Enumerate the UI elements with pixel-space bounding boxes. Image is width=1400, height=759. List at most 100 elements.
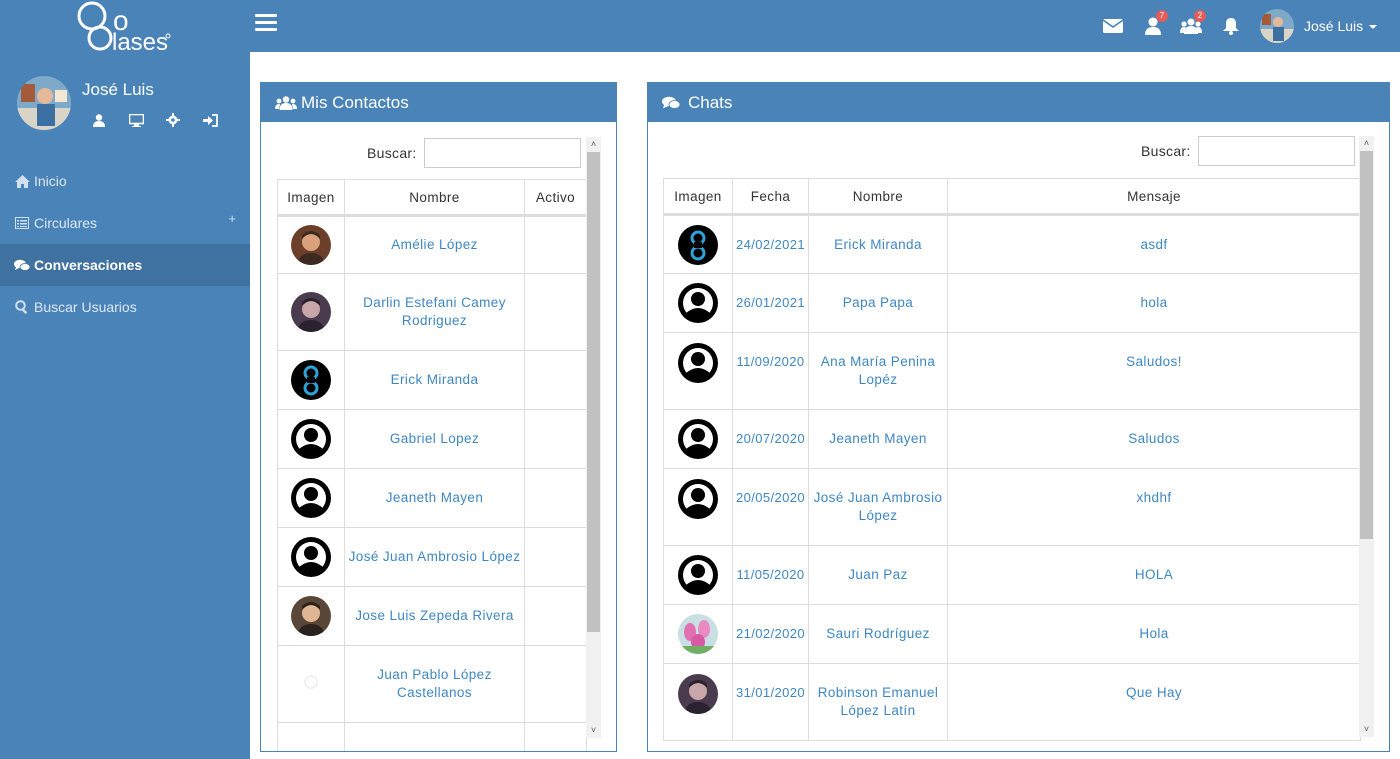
avatar[interactable] <box>291 537 331 577</box>
table-row[interactable]: 24/02/2021 Erick Miranda asdf <box>663 214 1361 274</box>
chat-message[interactable]: Hola <box>947 604 1361 664</box>
sidebar-item-conversaciones[interactable]: Conversaciones <box>0 244 250 286</box>
avatar[interactable] <box>678 479 718 519</box>
contact-name[interactable]: José Juan Ambrosio López <box>344 527 525 587</box>
contact-name[interactable]: Jeaneth Mayen <box>344 468 525 528</box>
chat-message[interactable]: Que Hay <box>947 663 1361 741</box>
avatar[interactable] <box>678 614 718 654</box>
scroll-down-icon[interactable]: ˅ <box>589 726 598 735</box>
contact-name[interactable]: Gabriel Lopez <box>344 409 525 469</box>
chat-name[interactable]: Jeaneth Mayen <box>808 409 948 469</box>
chat-name[interactable]: José Juan Ambrosio López <box>808 468 948 546</box>
chat-date[interactable]: 21/02/2020 <box>732 604 809 664</box>
avatar[interactable] <box>291 292 331 332</box>
avatar[interactable] <box>678 343 718 383</box>
chat-name[interactable]: Ana María Penina Lopéz <box>808 332 948 410</box>
chat-date[interactable]: 20/05/2020 <box>732 468 809 546</box>
chat-date[interactable]: 26/01/2021 <box>732 273 809 333</box>
chats-scrollbar[interactable]: ˄ ˅ <box>1359 136 1374 737</box>
column-header-mensaje[interactable]: Mensaje <box>947 178 1361 216</box>
table-row[interactable]: 26/01/2021 Papa Papa hola <box>663 273 1361 333</box>
chat-message[interactable]: asdf <box>947 214 1361 274</box>
table-row[interactable]: José Juan Ambrosio López <box>277 527 587 587</box>
contact-name[interactable]: Amélie López <box>344 215 525 274</box>
chat-message[interactable]: hola <box>947 273 1361 333</box>
chat-date[interactable]: 11/05/2020 <box>732 545 809 605</box>
table-row[interactable]: 11/05/2020 Juan Paz HOLA <box>663 545 1361 605</box>
table-row[interactable]: Erick Miranda <box>277 350 587 410</box>
table-row[interactable]: Jose Luis Zepeda Rivera <box>277 586 587 646</box>
chat-message[interactable]: xhdhf <box>947 468 1361 546</box>
avatar[interactable] <box>678 283 718 323</box>
avatar[interactable] <box>291 664 331 704</box>
chat-date[interactable]: 24/02/2021 <box>732 214 809 274</box>
table-row[interactable]: 20/05/2020 José Juan Ambrosio López xhdhf <box>663 468 1361 546</box>
chat-date[interactable]: 20/07/2020 <box>732 409 809 469</box>
contact-name[interactable]: Erick Miranda <box>344 350 525 410</box>
column-header-imagen[interactable]: Imagen <box>277 179 345 217</box>
avatar[interactable] <box>678 674 718 714</box>
avatar[interactable] <box>678 419 718 459</box>
scrollbar-thumb[interactable] <box>1360 151 1373 539</box>
gear-icon[interactable] <box>164 112 182 128</box>
table-row[interactable]: 20/07/2020 Jeaneth Mayen Saludos <box>663 409 1361 469</box>
menu-toggle-icon[interactable] <box>255 14 277 34</box>
scroll-down-icon[interactable]: ˅ <box>1362 725 1371 734</box>
sidebar-item-inicio[interactable]: Inicio <box>0 160 250 202</box>
column-header-fecha[interactable]: Fecha <box>732 178 809 216</box>
sign-in-icon[interactable] <box>201 112 219 128</box>
sidebar-item-buscar-usuarios[interactable]: Buscar Usuarios <box>0 286 250 328</box>
bell-icon[interactable] <box>1220 16 1242 36</box>
avatar[interactable] <box>678 224 718 265</box>
chat-date[interactable]: 31/01/2020 <box>732 663 809 741</box>
contact-name[interactable]: Jose Luis Zepeda Rivera <box>344 586 525 646</box>
chat-name[interactable]: Juan Paz <box>808 545 948 605</box>
chat-name[interactable]: Robinson Emanuel López Latín <box>808 663 948 741</box>
table-row[interactable]: Darlin Estefani Camey Rodriguez <box>277 273 587 351</box>
chat-message[interactable]: Saludos <box>947 409 1361 469</box>
go-clases-logo[interactable]: o lases <box>70 0 180 58</box>
column-header-nombre[interactable]: Nombre <box>808 178 948 216</box>
column-header-nombre[interactable]: Nombre <box>344 179 525 217</box>
chat-date[interactable]: 11/09/2020 <box>732 332 809 410</box>
contact-name[interactable]: Juan Pablo López Castellanos <box>344 645 525 723</box>
avatar[interactable] <box>291 360 331 400</box>
contacts-panel-title: Mis Contactos <box>301 92 409 112</box>
chat-name[interactable]: Erick Miranda <box>808 214 948 274</box>
contacts-scrollbar[interactable]: ˄ ˅ <box>586 137 601 738</box>
chat-name[interactable]: Papa Papa <box>808 273 948 333</box>
table-row[interactable]: 21/02/2020 Sauri Rodríguez Hola <box>663 604 1361 664</box>
table-row[interactable] <box>277 722 587 751</box>
scrollbar-thumb[interactable] <box>587 152 600 632</box>
avatar[interactable] <box>291 596 331 636</box>
chat-message[interactable]: HOLA <box>947 545 1361 605</box>
avatar[interactable] <box>17 76 71 130</box>
monitor-icon[interactable] <box>127 112 145 128</box>
scroll-up-icon[interactable]: ˄ <box>1362 139 1371 148</box>
groups-icon[interactable]: 2 <box>1180 10 1206 36</box>
avatar[interactable] <box>291 478 331 518</box>
envelope-icon[interactable] <box>1102 16 1124 36</box>
chat-name[interactable]: Sauri Rodríguez <box>808 604 948 664</box>
table-row[interactable]: Gabriel Lopez <box>277 409 587 469</box>
column-header-activo[interactable]: Activo <box>524 179 587 217</box>
avatar[interactable] <box>291 419 331 459</box>
table-row[interactable]: Juan Pablo López Castellanos <box>277 645 587 723</box>
chats-search-input[interactable] <box>1197 136 1355 166</box>
contact-name[interactable]: Darlin Estefani Camey Rodriguez <box>344 273 525 351</box>
table-row[interactable]: 11/09/2020 Ana María Penina Lopéz Saludos! <box>663 332 1361 410</box>
sidebar-item-circulares[interactable]: Circulares + <box>0 202 250 244</box>
user-icon[interactable] <box>90 112 108 128</box>
table-row[interactable]: Jeaneth Mayen <box>277 468 587 528</box>
table-row[interactable]: 31/01/2020 Robinson Emanuel López Latín Qu… <box>663 663 1361 741</box>
avatar[interactable] <box>291 225 331 265</box>
friend-requests-icon[interactable]: 7 <box>1142 10 1168 36</box>
contacts-search-input[interactable] <box>423 138 581 168</box>
avatar[interactable] <box>678 555 718 595</box>
scroll-up-icon[interactable]: ˄ <box>589 140 598 149</box>
user-menu[interactable]: José Luis <box>1260 8 1378 44</box>
expand-icon[interactable]: + <box>228 211 236 226</box>
chat-message[interactable]: Saludos! <box>947 332 1361 410</box>
table-row[interactable]: Amélie López <box>277 215 587 274</box>
column-header-imagen[interactable]: Imagen <box>663 178 733 216</box>
